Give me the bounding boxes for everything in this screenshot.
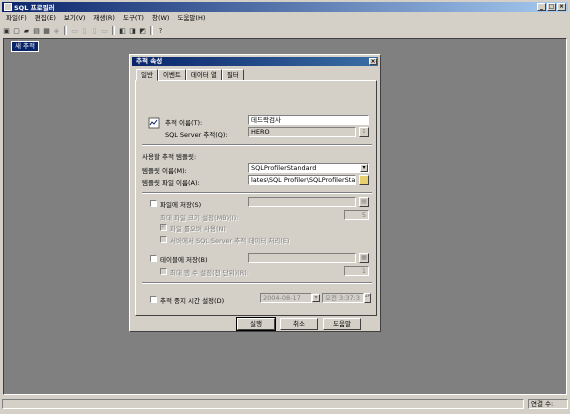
chevron-down-icon[interactable]: ▾ (360, 164, 368, 172)
template-file-input[interactable]: lates\SQL Profiler\SQLProfilerStandard.t… (248, 175, 356, 185)
properties-icon[interactable]: ▦ (42, 26, 51, 35)
app-title-bar: SQL 프로필러 _ □ × (2, 2, 568, 12)
toolbar: ▣ ▢ ▰ ▤ ▦ ◈ ▭ ▯ ▯ ▭ ◧ ◨ ◩ ? (2, 25, 165, 36)
toolbar-separator (112, 26, 115, 35)
app-title: SQL 프로필러 (14, 4, 55, 12)
database-icon[interactable]: ◩ (138, 26, 147, 35)
save-to-table-label: 테이블에 저장(B) (160, 256, 208, 264)
separator (142, 282, 372, 284)
separator (142, 192, 372, 194)
app-icon (4, 3, 12, 11)
max-file-size-field: 5 (344, 210, 369, 220)
menu-file[interactable]: 파일(F) (2, 13, 31, 23)
folder-open-icon[interactable] (359, 175, 369, 185)
trace-name-label: 추적 이름(T): (165, 119, 203, 127)
trace-config-icon[interactable]: ◨ (128, 26, 137, 35)
file-rollover-label: 파일 롤오버 사용(N) (170, 225, 226, 233)
date-dropdown-icon: ▾ (312, 294, 320, 302)
query-analyzer-icon[interactable]: ◧ (118, 26, 127, 35)
stop-time-label: 추적 중지 시간 설정(D) (160, 297, 225, 305)
stop-time-checkbox[interactable] (150, 296, 157, 303)
save-to-table-checkbox[interactable] (150, 255, 157, 262)
find-icon[interactable]: ◈ (52, 26, 61, 35)
template-name-label: 템플릿 이름(M): (142, 167, 187, 175)
trace-name-input[interactable]: 데드락검사 (248, 115, 369, 125)
tab-general[interactable]: 일반 (136, 69, 158, 81)
minimize-button[interactable]: _ (537, 3, 546, 11)
sql-server-label: SQL Server 추적(Q): (165, 131, 228, 139)
clear-icon[interactable]: ▭ (100, 26, 109, 35)
new-trace-minimized[interactable]: 새 추적 (11, 41, 40, 52)
template-file-label: 템플릿 파일 이름(A): (142, 179, 200, 187)
template-name-select[interactable]: SQLProfilerStandard (248, 163, 369, 173)
max-rows-label: 최대 행 수 설정(천 단위)(R): (170, 269, 249, 277)
trace-properties-dialog: 추적 속성 × 일반 이벤트 데이터 열 필터 추적 이름(T): 데드락검사 … (129, 54, 381, 332)
menu-bar: 파일(F) 편집(E) 보기(V) 재생(R) 도구(T) 창(W) 도움말(H… (2, 13, 209, 23)
menu-edit[interactable]: 편집(E) (31, 13, 60, 23)
separator (142, 144, 372, 146)
time-spinner-icon: ▴▾ (364, 293, 371, 303)
browse-file-icon: ▤ (359, 197, 369, 207)
stop-date-field: 2004-08-17 (260, 293, 312, 303)
menu-view[interactable]: 보기(V) (60, 13, 89, 23)
max-rows-field: 1 (344, 266, 369, 276)
server-properties-button[interactable]: ⁝ (359, 127, 369, 137)
stop-icon[interactable]: ▯ (90, 26, 99, 35)
dialog-title-bar: 추적 속성 × (132, 57, 378, 66)
save-to-file-checkbox[interactable] (150, 200, 157, 207)
dialog-close-button[interactable]: × (369, 58, 377, 65)
sql-server-field: HERO (248, 127, 356, 137)
status-bar: 연결 수: (2, 398, 568, 410)
general-tab-panel: 추적 이름(T): 데드락검사 SQL Server 추적(Q): HERO ⁝… (135, 80, 377, 316)
new-trace-icon[interactable]: ▣ (2, 26, 11, 35)
new-document-icon[interactable]: ▢ (12, 26, 21, 35)
menu-help[interactable]: 도움말(H) (173, 13, 209, 23)
profiler-app-window: SQL 프로필러 _ □ × 파일(F) 편집(E) 보기(V) 재생(R) 도… (0, 0, 570, 414)
file-rollover-checkbox (160, 223, 167, 231)
pause-icon[interactable]: ▯ (80, 26, 89, 35)
save-to-file-label: 파일에 저장(S) (160, 201, 202, 209)
save-icon[interactable]: ▤ (32, 26, 41, 35)
connection-count: 연결 수: (528, 399, 568, 409)
server-process-label: 서버에서 SQL Server 추적 데이터 처리(E) (170, 237, 290, 245)
cancel-button[interactable]: 취소 (280, 318, 318, 330)
help-icon[interactable]: ? (156, 26, 165, 35)
maximize-button[interactable]: □ (547, 3, 556, 11)
stop-time-field: 오전 3:37:3 (322, 293, 364, 303)
save-table-field (248, 253, 356, 263)
trace-icon (148, 117, 160, 129)
max-file-size-label: 최대 파일 크기 설정(MB)(I): (160, 214, 239, 222)
menu-replay[interactable]: 재생(R) (89, 13, 119, 23)
save-file-path-field (248, 197, 356, 207)
server-process-checkbox (160, 236, 167, 243)
open-folder-icon[interactable]: ▰ (22, 26, 31, 35)
toolbar-separator (64, 26, 67, 35)
max-rows-checkbox (160, 268, 167, 275)
help-button[interactable]: 도움말 (323, 318, 361, 330)
toolbar-separator (150, 26, 153, 35)
menu-tools[interactable]: 도구(T) (119, 13, 148, 23)
browse-table-icon: ▦ (359, 253, 369, 263)
menu-window[interactable]: 창(W) (148, 13, 173, 23)
start-icon[interactable]: ▭ (70, 26, 79, 35)
run-button[interactable]: 실행 (236, 317, 276, 331)
template-section-label: 사용할 추적 템플릿: (142, 153, 197, 161)
close-button[interactable]: × (557, 3, 566, 11)
dialog-title: 추적 속성 (136, 57, 163, 65)
status-main-pane (2, 399, 524, 409)
